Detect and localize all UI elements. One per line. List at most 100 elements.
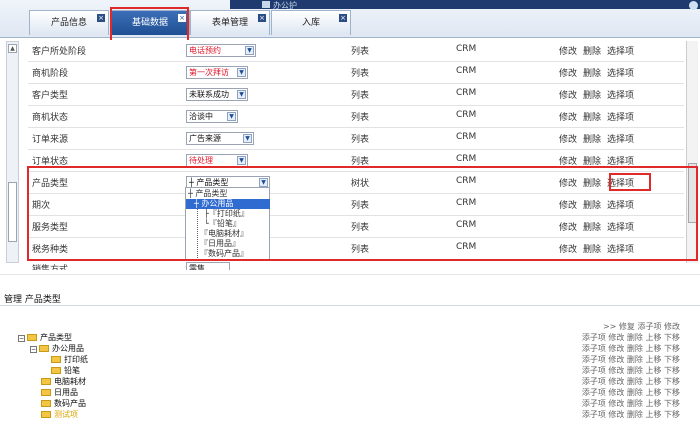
row-select[interactable]: 待处理 ▼	[186, 154, 248, 167]
delete-link[interactable]: 删除	[583, 47, 601, 57]
row-name: 订单来源	[32, 135, 69, 145]
row-select[interactable]: 广告来源 ▼	[186, 132, 254, 145]
tree-node[interactable]: 日用品	[41, 388, 78, 398]
tree-dropdown[interactable]: ┼ 产品类型 ┼ 办公用品 ├『打印纸』 └『铅笔』 『电脑耗材』 『日用品』 …	[185, 187, 270, 261]
tree-node[interactable]: 铅笔	[51, 366, 80, 376]
node-actions[interactable]: 添子项 修改 删除 上移 下移	[582, 333, 680, 343]
edit-link[interactable]: 修改	[559, 69, 577, 79]
scroll-up-icon[interactable]: ▲	[8, 44, 17, 53]
tree-node[interactable]: − 办公用品	[30, 344, 84, 354]
edit-link[interactable]: 修改	[559, 157, 577, 167]
options-link[interactable]: 选择项	[607, 135, 634, 145]
tab-form-management[interactable]: 表单管理 ×	[190, 10, 270, 35]
options-link[interactable]: 选择项	[607, 179, 634, 189]
row-type: 列表	[351, 201, 370, 211]
select-value: 待处理	[189, 156, 213, 165]
folder-icon	[51, 367, 61, 374]
chevron-down-icon[interactable]: ▼	[237, 90, 246, 99]
options-link[interactable]: 选择项	[607, 91, 634, 101]
tree-option[interactable]: 『电脑耗材』	[200, 229, 248, 239]
row-module: CRM	[456, 176, 477, 186]
edit-link[interactable]: 修改	[559, 47, 577, 57]
close-icon[interactable]: ×	[97, 14, 105, 22]
tab-label: 入库	[301, 18, 320, 28]
tree-option[interactable]: ┼ 产品类型	[188, 189, 227, 199]
options-link[interactable]: 选择项	[607, 201, 634, 211]
node-actions[interactable]: 添子项 修改 删除 上移 下移	[582, 355, 680, 365]
tab-product-info[interactable]: 产品信息 ×	[29, 10, 109, 35]
tree-option[interactable]: ├『打印纸』	[204, 209, 249, 219]
tree-node[interactable]: 数码产品	[41, 399, 86, 409]
tree-option[interactable]: 『日用品』	[200, 239, 240, 249]
row-select[interactable]: 零售	[186, 262, 230, 270]
delete-link[interactable]: 删除	[583, 69, 601, 79]
select-value: 广告来源	[189, 134, 221, 143]
chevron-down-icon[interactable]: ▼	[237, 156, 246, 165]
options-link[interactable]: 选择项	[607, 157, 634, 167]
row-select[interactable]: 洽谈中 ▼	[186, 110, 238, 123]
row-type: 列表	[351, 157, 370, 167]
edit-link[interactable]: 修改	[559, 201, 577, 211]
node-actions[interactable]: 添子项 修改 删除 上移 下移	[582, 388, 680, 398]
select-value: ┼ 产品类型	[189, 178, 229, 187]
node-actions[interactable]: 添子项 修改 删除 上移 下移	[582, 366, 680, 376]
tree-node[interactable]: 打印纸	[51, 355, 88, 365]
tab-highlight-box	[110, 7, 189, 44]
chevron-down-icon[interactable]: ▼	[227, 112, 236, 121]
options-link[interactable]: 选择项	[607, 69, 634, 79]
tree-option-selected[interactable]: ┼ 办公用品	[186, 199, 270, 209]
tree-node[interactable]: 测试项	[41, 410, 78, 420]
edit-link[interactable]: 修改	[559, 179, 577, 189]
folder-icon	[41, 389, 51, 396]
chevron-down-icon[interactable]: ▼	[243, 134, 252, 143]
tree-option[interactable]: 『数码产品』	[200, 249, 248, 259]
edit-link[interactable]: 修改	[559, 113, 577, 123]
node-actions[interactable]: 添子项 修改 删除 上移 下移	[582, 377, 680, 387]
delete-link[interactable]: 删除	[583, 135, 601, 145]
edit-link[interactable]: 修改	[559, 223, 577, 233]
scroll-thumb[interactable]	[8, 182, 17, 242]
collapse-icon[interactable]: −	[30, 346, 37, 353]
row-module: CRM	[456, 66, 477, 76]
row-select[interactable]: 未联系成功 ▼	[186, 88, 248, 101]
row-module: CRM	[456, 242, 477, 252]
chevron-down-icon[interactable]: ▼	[245, 46, 254, 55]
collapse-icon[interactable]: −	[18, 335, 25, 342]
scroll-thumb[interactable]	[688, 163, 697, 223]
delete-link[interactable]: 删除	[583, 91, 601, 101]
delete-link[interactable]: 删除	[583, 179, 601, 189]
chevron-down-icon[interactable]: ▼	[259, 178, 268, 187]
options-link[interactable]: 选择项	[607, 47, 634, 57]
tree-node-label: 日用品	[54, 388, 78, 397]
delete-link[interactable]: 删除	[583, 201, 601, 211]
row-select[interactable]: 电话预约 ▼	[186, 44, 256, 57]
tab-stock-in[interactable]: 入库 ×	[271, 10, 351, 35]
options-link[interactable]: 选择项	[607, 223, 634, 233]
node-actions[interactable]: >> 修复 添子项 修改	[603, 322, 680, 332]
delete-link[interactable]: 删除	[583, 157, 601, 167]
row-select[interactable]: 第一次拜访 ▼	[186, 66, 248, 79]
node-actions[interactable]: 添子项 修改 删除 上移 下移	[582, 410, 680, 420]
left-scrollbar[interactable]: ▲	[6, 41, 19, 263]
table-row: 服务类型 列表 CRM 修改 删除 选择项	[28, 216, 684, 238]
right-scrollbar[interactable]	[686, 41, 698, 263]
close-icon[interactable]: ×	[339, 14, 347, 22]
chevron-down-icon[interactable]: ▼	[237, 68, 246, 77]
node-actions[interactable]: 添子项 修改 删除 上移 下移	[582, 344, 680, 354]
close-icon[interactable]: ×	[258, 14, 266, 22]
tree-node[interactable]: − 产品类型	[18, 333, 72, 343]
delete-link[interactable]: 删除	[583, 113, 601, 123]
user-icon[interactable]	[689, 1, 698, 10]
delete-link[interactable]: 删除	[583, 245, 601, 255]
tree-option[interactable]: └『铅笔』	[204, 219, 241, 229]
options-link[interactable]: 选择项	[607, 113, 634, 123]
edit-link[interactable]: 修改	[559, 135, 577, 145]
table-row: 税务种类 列表 CRM 修改 删除 选择项	[28, 238, 684, 260]
edit-link[interactable]: 修改	[559, 245, 577, 255]
node-actions[interactable]: 添子项 修改 删除 上移 下移	[582, 399, 680, 409]
delete-link[interactable]: 删除	[583, 223, 601, 233]
edit-link[interactable]: 修改	[559, 91, 577, 101]
options-link[interactable]: 选择项	[607, 245, 634, 255]
row-name: 期次	[32, 201, 51, 211]
tree-node[interactable]: 电脑耗材	[41, 377, 86, 387]
